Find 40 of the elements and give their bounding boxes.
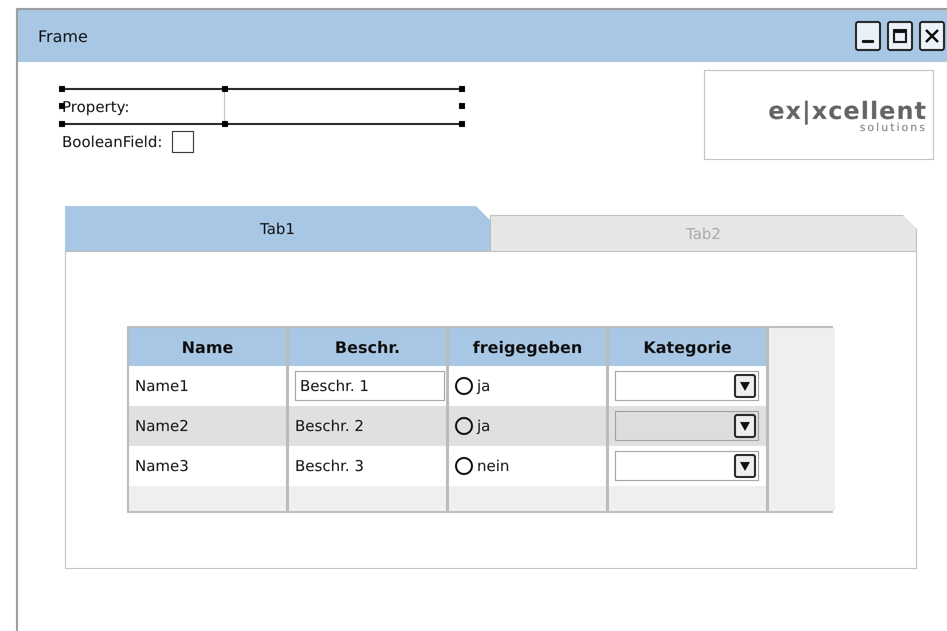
- resize-handle[interactable]: [459, 86, 465, 92]
- resize-handle[interactable]: [222, 86, 228, 92]
- window-title: Frame: [38, 26, 88, 46]
- table-cell: Beschr. 2: [289, 406, 449, 446]
- category-dropdown[interactable]: [615, 451, 759, 481]
- radio-button[interactable]: [455, 457, 473, 475]
- radio-label: ja: [477, 417, 490, 435]
- column-header: Kategorie: [609, 328, 769, 366]
- category-dropdown[interactable]: [615, 371, 759, 401]
- resize-handle[interactable]: [59, 103, 65, 109]
- radio-button[interactable]: [455, 377, 473, 395]
- radio-label: nein: [477, 457, 510, 475]
- maximize-button[interactable]: [887, 21, 913, 51]
- tab[interactable]: Tab1: [65, 206, 490, 251]
- minimize-button[interactable]: [855, 21, 881, 51]
- resize-handle[interactable]: [59, 86, 65, 92]
- column-header: Name: [129, 328, 289, 366]
- minimize-icon: [862, 40, 874, 42]
- close-button[interactable]: [919, 21, 945, 51]
- column-header: freigegeben: [449, 328, 609, 366]
- boolean-checkbox[interactable]: [172, 131, 194, 153]
- maximize-icon: [892, 28, 908, 44]
- column-header: Beschr.: [289, 328, 449, 366]
- table-cell: Beschr. 3: [289, 446, 449, 486]
- dropdown-arrow-icon: [739, 380, 751, 392]
- radio-label: ja: [477, 377, 490, 395]
- radio-button[interactable]: [455, 417, 473, 435]
- logo: ex|xcellent solutions: [704, 70, 934, 160]
- resize-handle[interactable]: [222, 121, 228, 127]
- table-cell[interactable]: Name2: [129, 406, 289, 446]
- dropdown-arrow-icon: [739, 420, 751, 432]
- description-field[interactable]: Beschr. 1: [295, 371, 445, 401]
- resize-handle[interactable]: [459, 103, 465, 109]
- dropdown-arrow-icon: [739, 460, 751, 472]
- resize-handle[interactable]: [459, 121, 465, 127]
- close-icon: [924, 28, 940, 44]
- table-cell[interactable]: Name1: [129, 366, 289, 406]
- field-label: BooleanField:: [62, 133, 162, 151]
- resize-handle[interactable]: [59, 121, 65, 127]
- table-cell[interactable]: Name3: [129, 446, 289, 486]
